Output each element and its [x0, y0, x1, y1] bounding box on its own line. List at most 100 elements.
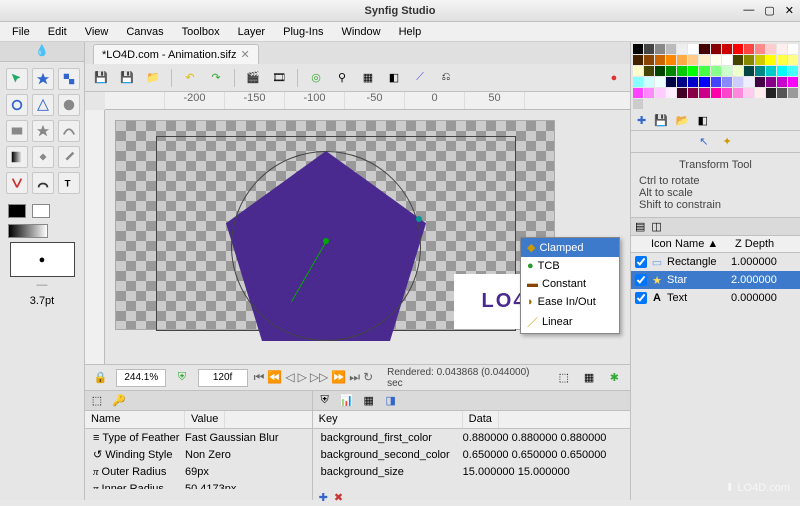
maximize-button[interactable]: ▢ [764, 4, 774, 17]
palette-swatch[interactable] [699, 77, 709, 87]
outline-color-swatch[interactable] [8, 204, 26, 218]
kd-header-key[interactable]: Key [313, 411, 463, 428]
shield-icon[interactable]: ⛨ [172, 368, 191, 388]
menu-view[interactable]: View [77, 24, 117, 40]
draw-tool[interactable] [32, 172, 54, 194]
document-tab-close[interactable]: ✕ [241, 48, 250, 61]
palette-swatch[interactable] [699, 44, 709, 54]
palette-swatch[interactable] [711, 55, 721, 65]
palette-swatch[interactable] [644, 55, 654, 65]
palette-swatch[interactable] [688, 88, 698, 98]
palette-swatch[interactable] [633, 99, 643, 109]
smooth-move-tool[interactable] [32, 68, 54, 90]
status-icon-1[interactable]: ⬚ [554, 368, 573, 388]
menu-canvas[interactable]: Canvas [118, 24, 171, 40]
interp-ease[interactable]: ◗Ease In/Out [521, 293, 619, 311]
guides-icon[interactable]: ◧ [384, 68, 404, 88]
fill-tool[interactable] [32, 146, 54, 168]
layer-row[interactable]: ★ Star2.000000 [631, 271, 800, 289]
palette-swatch[interactable] [788, 88, 798, 98]
layer-visible-checkbox[interactable] [635, 292, 647, 304]
canvas-viewport[interactable]: LO4 ◆Clamped ●TCB ▬Constant ◗Ease In/Out… [105, 110, 630, 364]
panel-tab-params-icon[interactable]: ⬚ [89, 393, 105, 409]
palette-swatch[interactable] [755, 77, 765, 87]
gradient-tool[interactable] [6, 146, 28, 168]
kd-row[interactable]: background_size15.000000 15.000000 [313, 463, 630, 480]
goto-start-icon[interactable]: ⏮ [254, 370, 265, 385]
mirror-tool[interactable] [32, 94, 54, 116]
palette-swatch[interactable] [655, 77, 665, 87]
palette-open-icon[interactable]: 📂 [676, 114, 690, 127]
palette-swatch[interactable] [766, 55, 776, 65]
frame-field[interactable] [198, 369, 248, 387]
tab-ic3[interactable]: ▦ [361, 393, 377, 409]
remove-key-button[interactable]: ✖ [334, 491, 343, 504]
palette-swatch[interactable] [699, 88, 709, 98]
next-frame-icon[interactable]: ▷▷ [310, 370, 328, 385]
render-icon[interactable]: 🎬 [243, 68, 263, 88]
bone-icon[interactable]: ⟋ [410, 68, 430, 88]
palette-swatch[interactable] [677, 77, 687, 87]
scale-tool[interactable] [58, 68, 80, 90]
palette-swatch[interactable] [677, 44, 687, 54]
palette-default-icon[interactable]: ◧ [698, 114, 708, 127]
vertex-handle[interactable] [416, 216, 422, 222]
palette-swatch[interactable] [788, 77, 798, 87]
palette-swatch[interactable] [744, 55, 754, 65]
menu-edit[interactable]: Edit [40, 24, 75, 40]
layer-row[interactable]: A Text0.000000 [631, 289, 800, 307]
palette-swatch[interactable] [711, 88, 721, 98]
palette-swatch[interactable] [755, 66, 765, 76]
interp-clamped[interactable]: ◆Clamped [521, 238, 619, 257]
palette-swatch[interactable] [744, 77, 754, 87]
palette-swatch[interactable] [633, 66, 643, 76]
layers-tab-icon[interactable]: ▤ [635, 220, 645, 233]
redo-icon[interactable]: ↷ [206, 68, 226, 88]
menu-layer[interactable]: Layer [230, 24, 274, 40]
palette-swatch[interactable] [699, 66, 709, 76]
palette-swatch[interactable] [722, 44, 732, 54]
palette-swatch[interactable] [777, 88, 787, 98]
palette-swatch[interactable] [788, 66, 798, 76]
palette-swatch[interactable] [733, 66, 743, 76]
status-icon-2[interactable]: ▦ [579, 368, 598, 388]
palette-swatch[interactable] [633, 88, 643, 98]
layer-row[interactable]: ▭ Rectangle1.000000 [631, 253, 800, 271]
fill-color-swatch[interactable] [32, 204, 50, 218]
param-row[interactable]: πOuter Radius69px [85, 463, 312, 480]
palette-swatch[interactable] [744, 66, 754, 76]
palette-swatch[interactable] [666, 44, 676, 54]
goto-end-icon[interactable]: ⏭ [349, 370, 360, 385]
save-icon[interactable]: 💾 [91, 68, 111, 88]
panel-tab-key-icon[interactable]: 🔑 [111, 393, 127, 409]
palette-swatch[interactable] [766, 88, 776, 98]
param-row[interactable]: ≡Type of FeatherFast Gaussian Blur [85, 429, 312, 446]
palette-swatch[interactable] [644, 66, 654, 76]
palette-swatch[interactable] [688, 77, 698, 87]
loop-icon[interactable]: ↻ [363, 370, 373, 385]
menu-help[interactable]: Help [391, 24, 430, 40]
palette-swatch[interactable] [744, 44, 754, 54]
close-button[interactable]: ✕ [785, 4, 794, 17]
palette-swatch[interactable] [644, 44, 654, 54]
tab-ic1[interactable]: ⛨ [317, 393, 333, 409]
next-key-icon[interactable]: ⏩ [331, 370, 346, 385]
select-tool-icon[interactable]: ↖ [699, 135, 708, 148]
palette-swatch[interactable] [666, 88, 676, 98]
layer-visible-checkbox[interactable] [635, 274, 647, 286]
canvas-tab-icon[interactable]: ◫ [651, 220, 661, 233]
add-key-button[interactable]: ✚ [319, 491, 328, 504]
palette-swatch[interactable] [666, 66, 676, 76]
palette-swatch[interactable] [788, 55, 798, 65]
grid-icon[interactable]: ▦ [358, 68, 378, 88]
palette-save-icon[interactable]: 💾 [654, 114, 668, 127]
cutout-tool[interactable] [6, 172, 28, 194]
palette-swatch[interactable] [655, 66, 665, 76]
interp-constant[interactable]: ▬Constant [521, 275, 619, 293]
rotate-tool[interactable] [6, 94, 28, 116]
palette-swatch[interactable] [644, 77, 654, 87]
palette-swatch[interactable] [777, 44, 787, 54]
palette-swatch[interactable] [733, 55, 743, 65]
palette-swatch[interactable] [766, 44, 776, 54]
param-row[interactable]: πInner Radius50.4173px [85, 480, 312, 489]
